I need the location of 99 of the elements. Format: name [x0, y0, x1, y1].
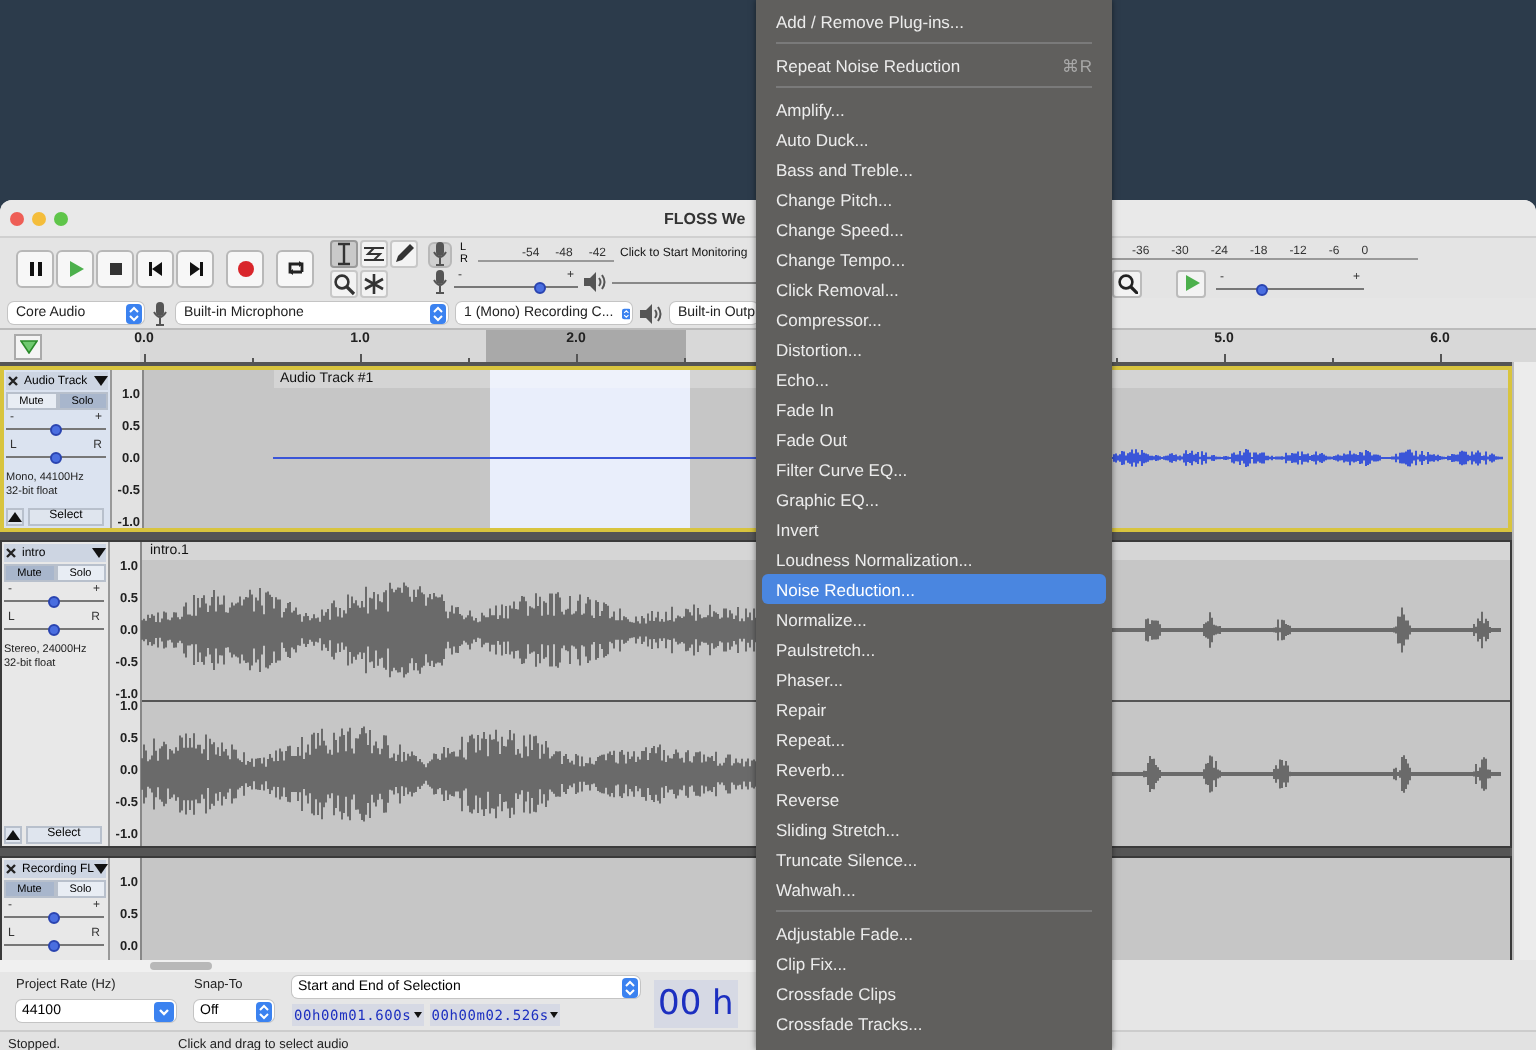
skip-start-button[interactable] [136, 249, 174, 287]
chevron-down-icon [154, 1001, 174, 1021]
menu-item[interactable]: Fade In [762, 394, 1106, 424]
recording-volume-slider[interactable] [454, 282, 578, 294]
gain-slider[interactable] [6, 424, 106, 436]
menu-item[interactable]: Bass and Treble... [762, 154, 1106, 184]
menu-item[interactable]: Repeat Noise Reduction ⌘R [762, 50, 1106, 80]
shortcut-label: ⌘R [1061, 55, 1092, 75]
menu-item[interactable]: Filter Curve EQ... [762, 454, 1106, 484]
collapse-button[interactable] [4, 825, 22, 843]
speaker-icon [584, 272, 606, 292]
magnifier-tool[interactable] [330, 269, 358, 297]
triangle-up-icon [6, 829, 20, 839]
loop-icon [283, 257, 307, 279]
pan-slider[interactable] [4, 940, 104, 952]
close-icon [4, 546, 18, 560]
stepper-icon [256, 1001, 272, 1021]
skip-start-icon [143, 257, 167, 279]
menu-item[interactable]: Amplify... [762, 94, 1106, 124]
scrollbar-thumb[interactable] [150, 962, 212, 970]
collapse-button[interactable] [6, 507, 24, 525]
slider-thumb[interactable] [48, 596, 60, 608]
menu-item[interactable]: Echo... [762, 364, 1106, 394]
menu-item[interactable]: Graphic EQ... [762, 484, 1106, 514]
pencil-icon [392, 241, 416, 265]
dropdown-arrow-icon [94, 376, 108, 386]
pan-slider[interactable] [6, 452, 106, 464]
audio-position-display: 00 h [654, 979, 738, 1027]
menu-item[interactable]: Truncate Silence... [762, 844, 1106, 874]
menu-item[interactable]: Click Removal... [762, 274, 1106, 304]
i-beam-tool[interactable] [330, 239, 358, 267]
asterisk-icon [362, 271, 386, 295]
menu-item[interactable]: Crossfade Clips [762, 978, 1106, 1008]
slider-thumb[interactable] [48, 940, 60, 952]
menu-item[interactable]: Compressor... [762, 304, 1106, 334]
menu-item[interactable]: Change Tempo... [762, 244, 1106, 274]
record-meter-button[interactable] [428, 241, 452, 267]
menu-item[interactable]: Change Speed... [762, 214, 1106, 244]
menu-item[interactable]: Sliding Stretch... [762, 814, 1106, 844]
pause-button[interactable] [16, 249, 54, 287]
vertical-scrollbar[interactable] [1512, 362, 1536, 960]
window-title: FLOSS We [664, 209, 746, 227]
i-beam-icon [332, 241, 356, 265]
stepper-icon [621, 303, 630, 323]
record-button[interactable] [226, 249, 264, 287]
menu-item[interactable]: Auto Duck... [762, 124, 1106, 154]
horizontal-scrollbar[interactable] [0, 960, 756, 972]
menu-item[interactable]: Repeat... [762, 724, 1106, 754]
menu-item[interactable]: Paulstretch... [762, 634, 1106, 664]
menu-item[interactable]: Crossfade Tracks... [762, 1008, 1106, 1038]
slider-thumb[interactable] [48, 624, 60, 636]
menu-item[interactable]: Noise Reduction... [762, 574, 1106, 604]
menu-item[interactable]: Wahwah... [762, 874, 1106, 904]
triangle-down-icon [19, 339, 37, 353]
zoom-toggle-button[interactable] [1112, 269, 1142, 297]
menu-item[interactable]: Reverse [762, 784, 1106, 814]
dropdown-arrow-icon [92, 548, 106, 558]
loop-button[interactable] [276, 249, 314, 287]
gain-slider[interactable] [4, 912, 104, 924]
stepper-icon [622, 977, 638, 997]
triangle-up-icon [8, 511, 22, 521]
close-icon [4, 862, 18, 876]
record-icon [233, 257, 257, 279]
magnifier-icon [332, 271, 356, 295]
skip-end-button[interactable] [176, 249, 214, 287]
pan-slider[interactable] [4, 624, 104, 636]
quick-play-button[interactable] [14, 333, 42, 359]
close-button[interactable] [10, 211, 24, 225]
close-icon [6, 374, 20, 388]
caret-icon [413, 1012, 422, 1018]
menu-item[interactable]: Adjustable Fade... [762, 918, 1106, 948]
dropdown-arrow-icon [94, 864, 109, 874]
menu-item[interactable]: Phaser... [762, 664, 1106, 694]
stepper-icon [430, 303, 446, 323]
caret-icon [550, 1012, 559, 1018]
speaker-icon [640, 303, 662, 323]
stop-button[interactable] [96, 249, 134, 287]
microphone-icon [152, 301, 168, 325]
menu-item[interactable]: Reverb... [762, 754, 1106, 784]
slider-thumb[interactable] [48, 912, 60, 924]
menu-item[interactable]: Normalize... [762, 604, 1106, 634]
slider-thumb[interactable] [50, 452, 62, 464]
magnifier-icon [1116, 272, 1138, 294]
menu-item[interactable]: Change Pitch... [762, 184, 1106, 214]
pencil-tool[interactable] [390, 239, 418, 267]
microphone-icon [432, 270, 448, 294]
menu-item[interactable]: Repair [762, 694, 1106, 724]
gain-slider[interactable] [4, 596, 104, 608]
menu-item[interactable]: Distortion... [762, 334, 1106, 364]
microphone-icon [432, 242, 448, 266]
slider-thumb[interactable] [1255, 283, 1268, 295]
stepper-icon [126, 303, 142, 323]
menu-item[interactable]: Add / Remove Plug-ins... [762, 6, 1106, 36]
slider-thumb[interactable] [50, 424, 62, 436]
menu-item[interactable]: Fade Out [762, 424, 1106, 454]
slider-thumb[interactable] [533, 282, 546, 294]
menu-item[interactable]: Clip Fix... [762, 948, 1106, 978]
asterisk-tool[interactable] [360, 269, 388, 297]
menu-item[interactable]: Invert [762, 514, 1106, 544]
